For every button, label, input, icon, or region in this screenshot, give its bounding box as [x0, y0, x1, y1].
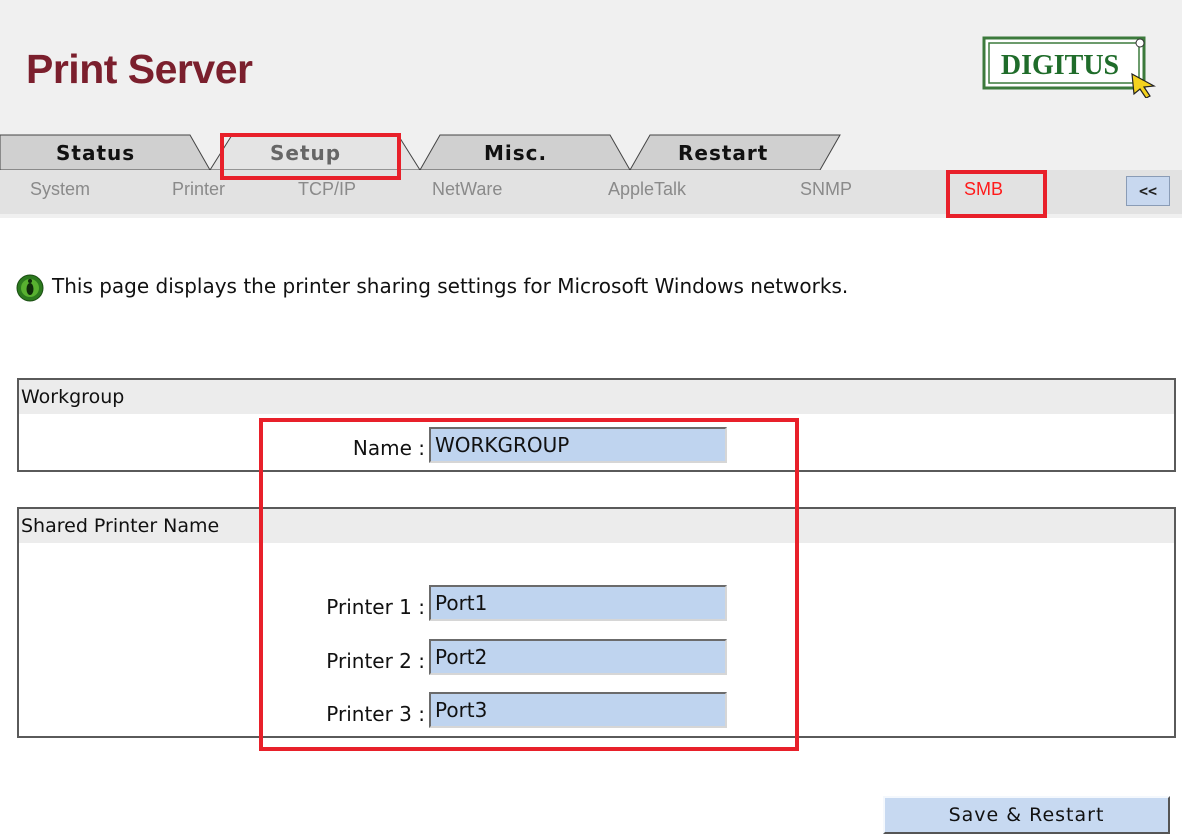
- subnav-snmp[interactable]: SNMP: [800, 179, 852, 200]
- tab-shapes: [0, 134, 841, 170]
- info-message: This page displays the printer sharing s…: [52, 274, 849, 298]
- subnav-appletalk[interactable]: AppleTalk: [608, 179, 686, 200]
- save-restart-button[interactable]: Save & Restart: [883, 796, 1170, 834]
- fields-highlight: [259, 418, 799, 751]
- page-title: Print Server: [26, 46, 253, 92]
- subnav-printer[interactable]: Printer: [172, 179, 225, 200]
- info-icon: [16, 274, 44, 302]
- svg-text:DIGITUS: DIGITUS: [1001, 50, 1119, 81]
- collapse-button[interactable]: <<: [1126, 176, 1170, 206]
- subnav-system[interactable]: System: [30, 179, 90, 200]
- subnav-netware[interactable]: NetWare: [432, 179, 502, 200]
- tab-status[interactable]: Status: [56, 141, 135, 165]
- smb-tab-highlight: [946, 170, 1047, 218]
- setup-tab-highlight: [220, 133, 401, 180]
- subnav-tcpip[interactable]: TCP/IP: [298, 179, 356, 200]
- tab-restart[interactable]: Restart: [678, 141, 768, 165]
- workgroup-panel-title: Workgroup: [19, 380, 1174, 414]
- main-tab-bar: Status Setup Misc. Restart: [0, 133, 1182, 170]
- tab-misc[interactable]: Misc.: [484, 141, 547, 165]
- digitus-logo: DIGITUS: [982, 36, 1156, 98]
